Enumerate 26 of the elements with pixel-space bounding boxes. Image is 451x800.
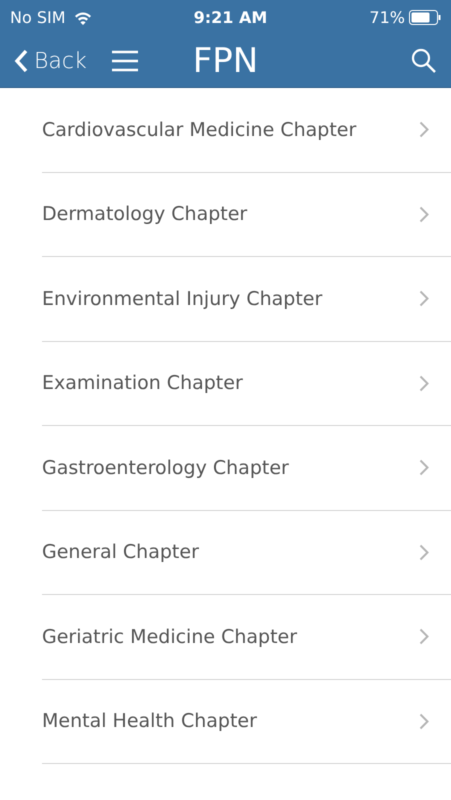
battery-percent: 71% bbox=[369, 6, 405, 28]
chapter-item[interactable]: Cardiovascular Medicine Chapter bbox=[42, 88, 451, 172]
chevron-icon bbox=[419, 290, 429, 308]
chevron-icon bbox=[419, 206, 429, 223]
app-title: FPN bbox=[192, 40, 258, 82]
search-icon[interactable] bbox=[411, 48, 437, 74]
chapter-item[interactable]: Examination Chapter bbox=[42, 342, 451, 426]
chapter-item[interactable]: General Chapter bbox=[42, 510, 451, 595]
chevron-icon bbox=[419, 628, 429, 646]
chevron-icon bbox=[419, 374, 429, 392]
chapter-item[interactable]: Gastroenterology Chapter bbox=[42, 426, 451, 510]
clock-text: 9:21 AM bbox=[194, 6, 268, 28]
chapter-item[interactable]: Mental Health Chapter bbox=[42, 680, 451, 764]
chapter-item[interactable]: Dermatology Chapter bbox=[42, 172, 451, 257]
chapter-item[interactable]: Geriatric Medicine Chapter bbox=[42, 595, 451, 680]
battery-icon bbox=[408, 10, 441, 25]
wifi-icon bbox=[74, 10, 92, 24]
chapter-item[interactable]: Environmental Injury Chapter bbox=[42, 257, 451, 342]
chevron-icon bbox=[419, 544, 429, 561]
menu-icon[interactable] bbox=[110, 50, 139, 72]
back-button[interactable]: Back bbox=[14, 44, 87, 78]
chevron-icon bbox=[419, 712, 429, 730]
chevron-icon bbox=[419, 459, 429, 476]
chevron-icon bbox=[419, 121, 429, 138]
back-chevron-icon bbox=[14, 49, 28, 73]
carrier-text: No SIM bbox=[10, 6, 66, 28]
